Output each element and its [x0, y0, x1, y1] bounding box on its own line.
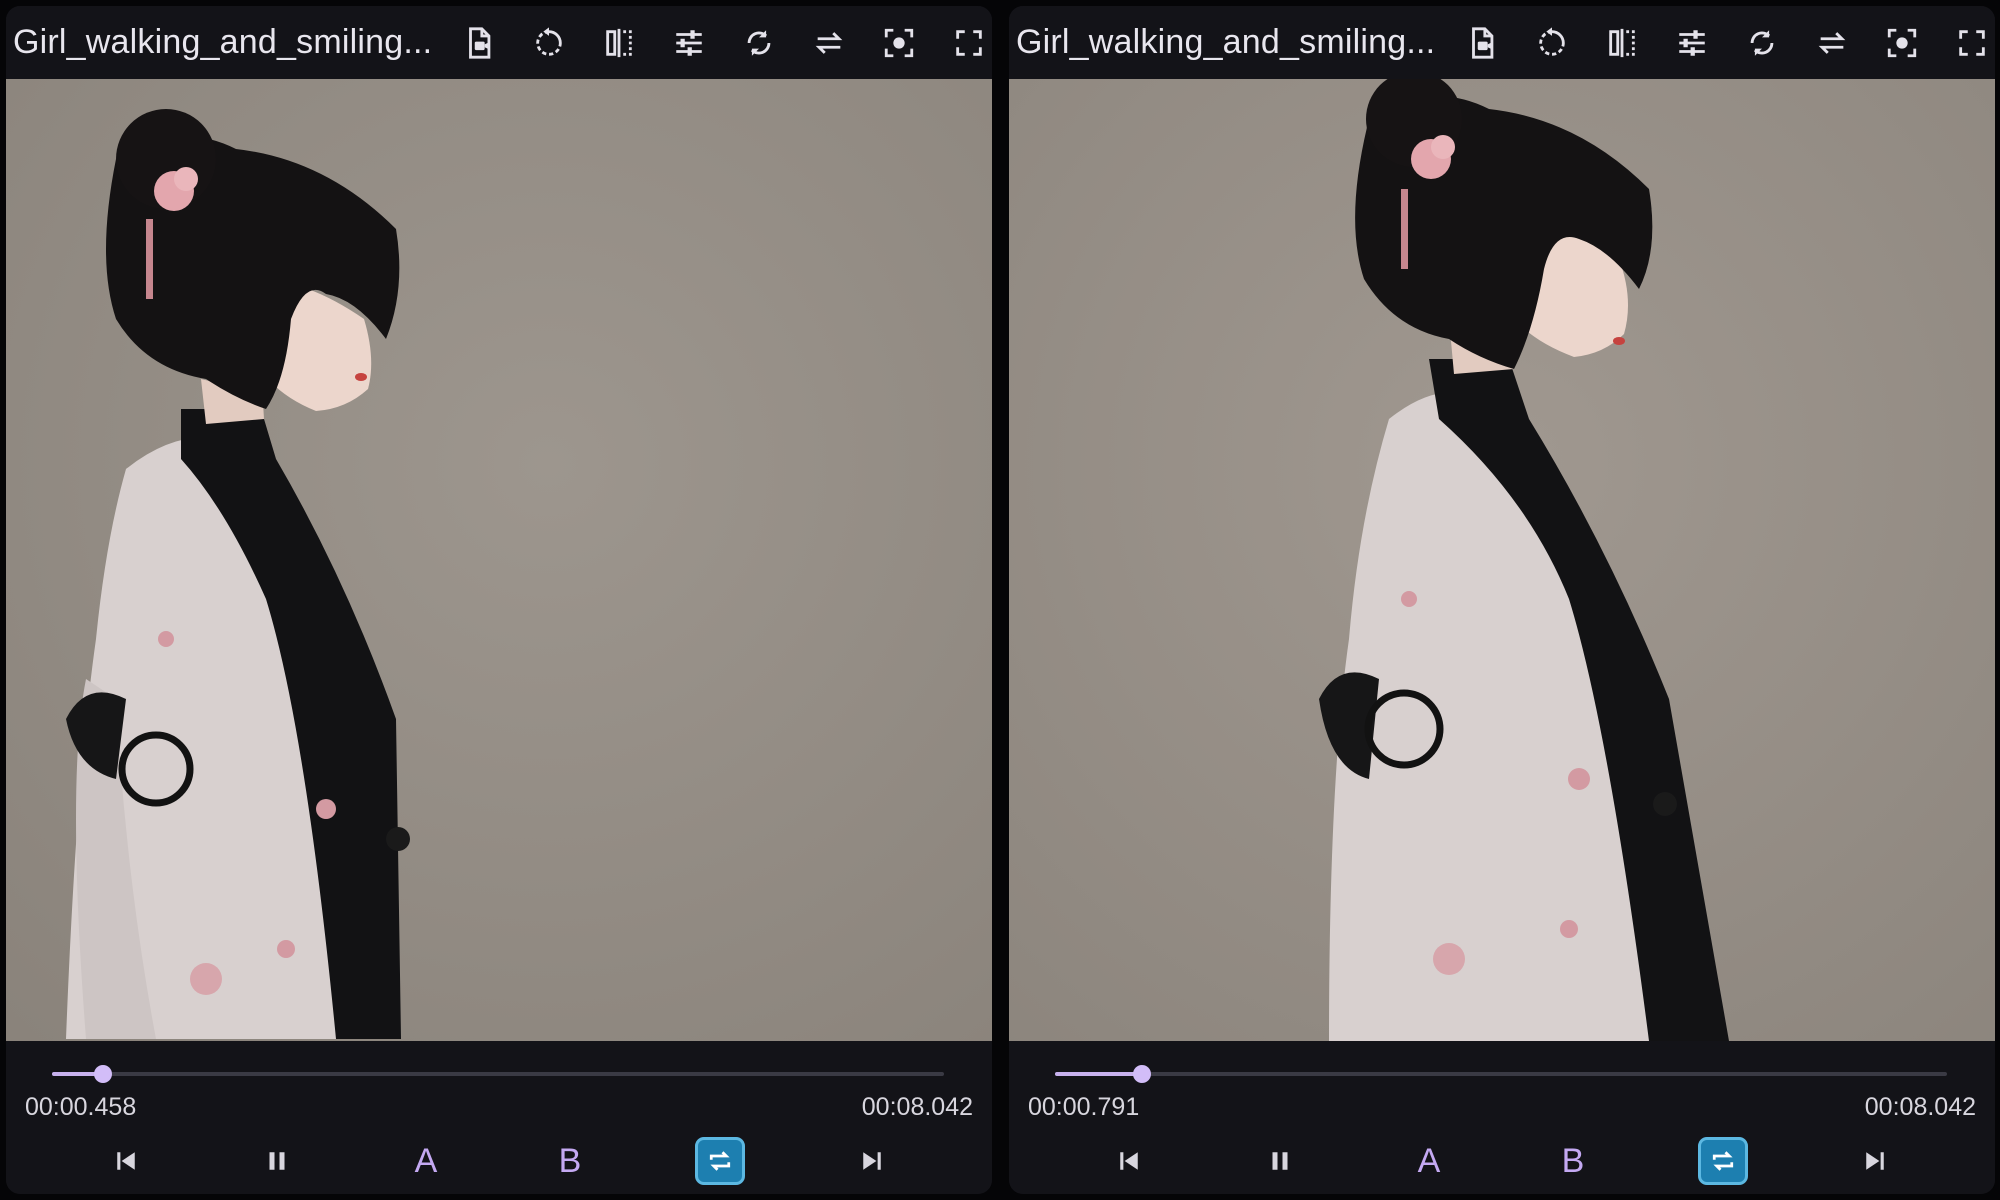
seek-track [1055, 1072, 1947, 1076]
screenshot-icon[interactable] [1867, 6, 1937, 79]
loop-b-button[interactable]: B [542, 1133, 598, 1189]
swap-icon[interactable] [1797, 6, 1867, 79]
seek-thumb[interactable] [1133, 1065, 1152, 1083]
playback-controls: 00:00.791 00:08.042 A B [1009, 1041, 1995, 1194]
seek-progress [1055, 1072, 1143, 1076]
player-toolbar: Girl_walking_and_smiling... [1009, 6, 1995, 79]
loop-b-label: B [558, 1141, 582, 1180]
repeat-button[interactable] [695, 1137, 745, 1185]
pause-icon [269, 1152, 285, 1170]
skip-previous-button[interactable] [98, 1133, 154, 1189]
seek-thumb[interactable] [93, 1065, 112, 1083]
swap-icon[interactable] [794, 6, 864, 79]
seek-track [52, 1072, 944, 1076]
video-title: Girl_walking_and_smiling... [13, 23, 433, 61]
app-root: Girl_walking_and_smiling... 00:00.458 00… [0, 0, 2000, 1200]
adjust-icon[interactable] [654, 6, 724, 79]
current-time: 00:00.458 [25, 1093, 137, 1121]
skip-next-button[interactable] [1847, 1133, 1903, 1189]
refresh-icon[interactable] [1727, 6, 1797, 79]
mirror-icon[interactable] [584, 6, 654, 79]
refresh-icon[interactable] [724, 6, 794, 79]
loop-a-button[interactable]: A [1401, 1133, 1457, 1189]
adjust-icon[interactable] [1657, 6, 1727, 79]
rotate-icon[interactable] [514, 6, 584, 79]
pause-button[interactable] [249, 1133, 305, 1189]
video-player-right: Girl_walking_and_smiling... 00:00.791 00… [1009, 6, 1995, 1194]
fullscreen-icon[interactable] [934, 6, 992, 79]
skip-previous-icon [1120, 1152, 1138, 1170]
repeat-icon [709, 1151, 731, 1171]
skip-previous-icon [117, 1152, 135, 1170]
skip-next-icon [1866, 1152, 1884, 1170]
seek-bar[interactable] [1055, 1063, 1947, 1085]
pause-icon [1272, 1152, 1288, 1170]
playback-controls: 00:00.458 00:08.042 A B [6, 1041, 992, 1194]
skip-next-icon [863, 1152, 881, 1170]
file-info-icon[interactable] [1447, 6, 1517, 79]
video-frame[interactable] [1009, 79, 1995, 1041]
file-info-icon[interactable] [444, 6, 514, 79]
loop-b-label: B [1561, 1141, 1585, 1180]
screenshot-icon[interactable] [864, 6, 934, 79]
seek-bar[interactable] [52, 1063, 944, 1085]
mirror-icon[interactable] [1587, 6, 1657, 79]
duration: 00:08.042 [1864, 1093, 1976, 1121]
video-title: Girl_walking_and_smiling... [1016, 23, 1436, 61]
loop-b-button[interactable]: B [1545, 1133, 1601, 1189]
video-frame[interactable] [6, 79, 992, 1041]
rotate-icon[interactable] [1517, 6, 1587, 79]
current-time: 00:00.791 [1028, 1093, 1140, 1121]
player-toolbar: Girl_walking_and_smiling... [6, 6, 992, 79]
skip-next-button[interactable] [844, 1133, 900, 1189]
loop-a-label: A [414, 1141, 438, 1180]
repeat-icon [1712, 1151, 1734, 1171]
repeat-button[interactable] [1698, 1137, 1748, 1185]
duration: 00:08.042 [861, 1093, 973, 1121]
loop-a-label: A [1417, 1141, 1441, 1180]
video-player-left: Girl_walking_and_smiling... 00:00.458 00… [6, 6, 992, 1194]
pause-button[interactable] [1252, 1133, 1308, 1189]
skip-previous-button[interactable] [1101, 1133, 1157, 1189]
fullscreen-icon[interactable] [1937, 6, 1995, 79]
loop-a-button[interactable]: A [398, 1133, 454, 1189]
